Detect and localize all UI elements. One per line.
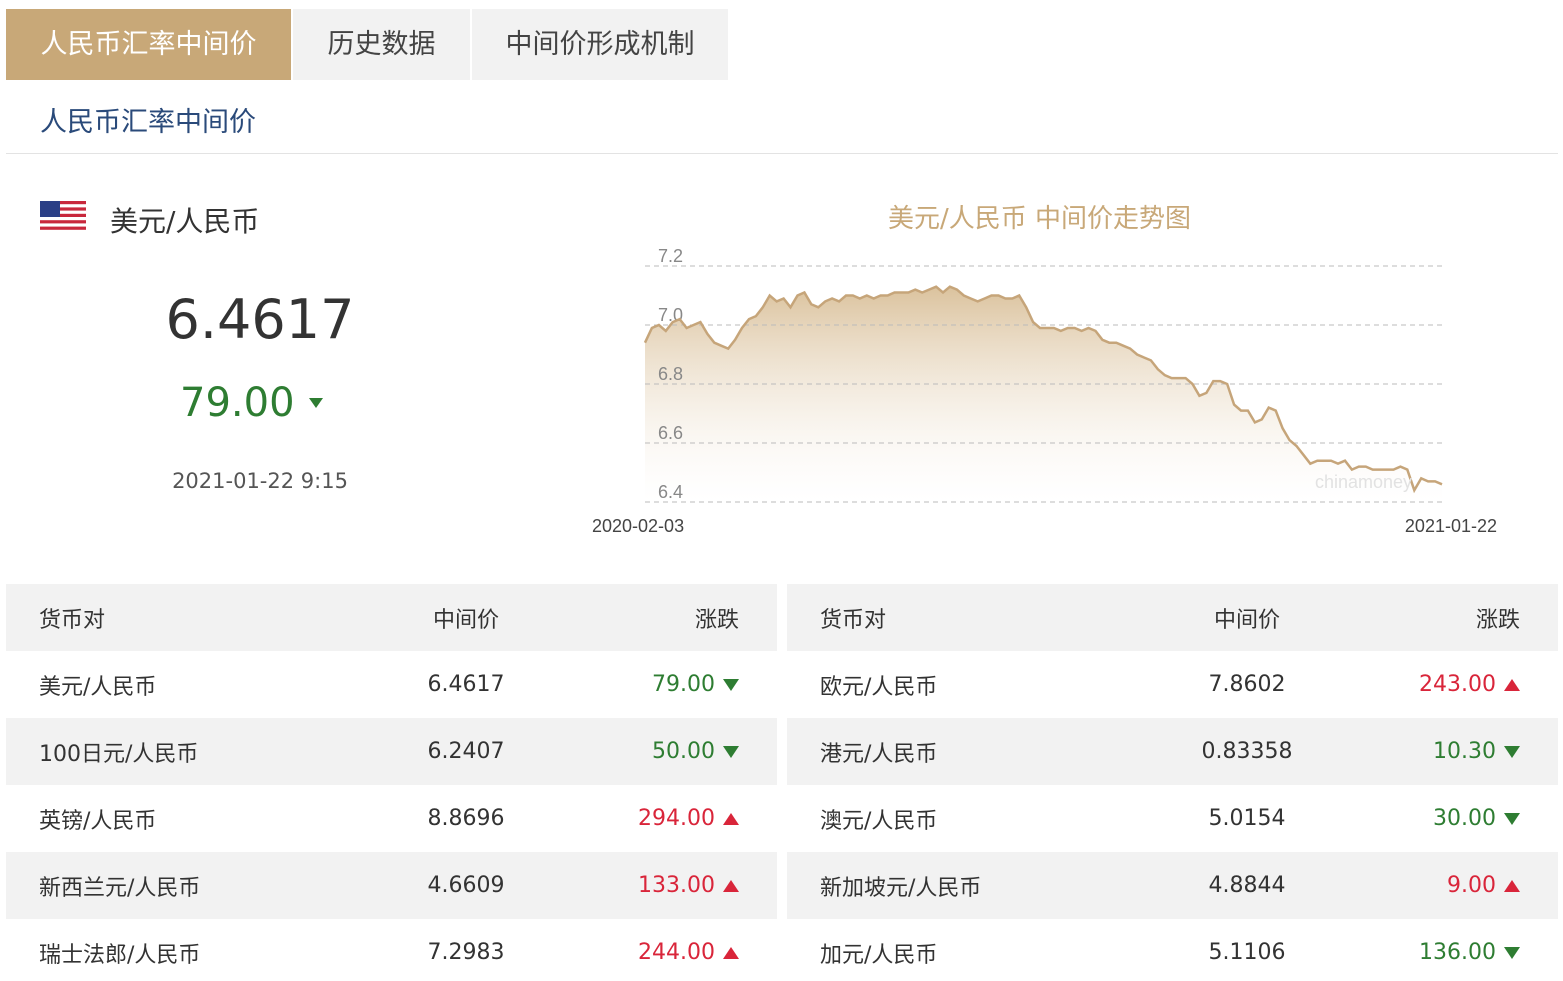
table-row[interactable]: 新西兰元/人民币 4.6609 133.00 bbox=[6, 852, 777, 919]
pair-cell: 港元/人民币 bbox=[820, 741, 938, 767]
pair-cell: 英镑/人民币 bbox=[39, 808, 157, 834]
price-cell: 0.83358 bbox=[1201, 739, 1293, 764]
change-cell: 244.00 bbox=[586, 940, 777, 965]
price-cell: 4.6609 bbox=[427, 873, 505, 898]
table-row[interactable]: 澳元/人民币 5.0154 30.00 bbox=[787, 785, 1558, 852]
table-header-row: 货币对 中间价 涨跌 bbox=[6, 584, 777, 651]
x-tick-label: 2020-02-03 bbox=[592, 516, 684, 536]
header-pair: 货币对 bbox=[39, 607, 106, 633]
up-arrow-icon bbox=[723, 812, 739, 825]
pair-cell: 加元/人民币 bbox=[820, 942, 938, 968]
up-arrow-icon bbox=[1504, 678, 1520, 691]
table-row[interactable]: 加元/人民币 5.1106 136.00 bbox=[787, 919, 1558, 981]
change-cell: 50.00 bbox=[586, 739, 777, 764]
table-row[interactable]: 瑞士法郎/人民币 7.2983 244.00 bbox=[6, 919, 777, 981]
header-change: 涨跌 bbox=[694, 607, 739, 633]
header-change: 涨跌 bbox=[1475, 607, 1520, 633]
table-row[interactable]: 美元/人民币 6.4617 79.00 bbox=[6, 651, 777, 718]
tab-historical-data[interactable]: 历史数据 bbox=[293, 9, 470, 80]
change-cell: 10.30 bbox=[1367, 739, 1558, 764]
change-value: 79.00 bbox=[652, 672, 715, 697]
price-cell: 5.0154 bbox=[1208, 806, 1286, 831]
price-cell: 4.8844 bbox=[1208, 873, 1286, 898]
featured-price: 6.4617 bbox=[165, 288, 355, 351]
up-arrow-icon bbox=[723, 946, 739, 959]
down-arrow-icon bbox=[1504, 745, 1520, 758]
price-cell: 7.8602 bbox=[1208, 672, 1286, 697]
tab-bar: 人民币汇率中间价 历史数据 中间价形成机制 bbox=[6, 9, 728, 80]
tab-formation-mechanism[interactable]: 中间价形成机制 bbox=[472, 9, 728, 80]
change-cell: 136.00 bbox=[1367, 940, 1558, 965]
chart-area bbox=[645, 286, 1442, 502]
featured-change: 79.00 bbox=[180, 380, 295, 426]
featured-pair-name: 美元/人民币 bbox=[110, 205, 260, 238]
down-arrow-icon bbox=[1504, 946, 1520, 959]
featured-timestamp: 2021-01-22 9:15 bbox=[172, 469, 348, 493]
x-tick-label: 2021-01-22 bbox=[1405, 516, 1497, 536]
table-row[interactable]: 100日元/人民币 6.2407 50.00 bbox=[6, 718, 777, 785]
pair-cell: 美元/人民币 bbox=[39, 674, 157, 700]
down-arrow-icon bbox=[1504, 812, 1520, 825]
change-value: 133.00 bbox=[638, 873, 715, 898]
table-row[interactable]: 英镑/人民币 8.8696 294.00 bbox=[6, 785, 777, 852]
pair-cell: 新西兰元/人民币 bbox=[39, 875, 201, 901]
chart-watermark: chinamoney bbox=[1315, 472, 1412, 492]
rate-table-left: 货币对 中间价 涨跌 美元/人民币 6.4617 79.00 100日元/人民币 6.2… bbox=[6, 584, 777, 981]
trend-chart: 7.2 7.0 6.8 6.6 6.4 chinamoney 2020-02-03 2021-… bbox=[592, 246, 1497, 536]
change-value: 294.00 bbox=[638, 806, 715, 831]
table-row[interactable]: 欧元/人民币 7.8602 243.00 bbox=[787, 651, 1558, 718]
change-value: 244.00 bbox=[638, 940, 715, 965]
down-arrow-icon bbox=[723, 745, 739, 758]
header-pair: 货币对 bbox=[820, 607, 887, 633]
divider bbox=[6, 153, 1558, 154]
down-arrow-icon bbox=[308, 398, 323, 408]
header-price: 中间价 bbox=[432, 607, 499, 633]
change-cell: 30.00 bbox=[1367, 806, 1558, 831]
pair-cell: 澳元/人民币 bbox=[820, 808, 938, 834]
change-cell: 133.00 bbox=[586, 873, 777, 898]
table-row[interactable]: 港元/人民币 0.83358 10.30 bbox=[787, 718, 1558, 785]
change-cell: 294.00 bbox=[586, 806, 777, 831]
table-row[interactable]: 新加坡元/人民币 4.8844 9.00 bbox=[787, 852, 1558, 919]
y-tick-label: 6.8 bbox=[658, 364, 683, 384]
header-price: 中间价 bbox=[1213, 607, 1280, 633]
us-flag-icon bbox=[40, 201, 86, 233]
change-cell: 9.00 bbox=[1367, 873, 1558, 898]
change-cell: 79.00 bbox=[586, 672, 777, 697]
change-value: 9.00 bbox=[1447, 873, 1496, 898]
price-cell: 8.8696 bbox=[427, 806, 505, 831]
price-cell: 6.2407 bbox=[427, 739, 505, 764]
pair-cell: 新加坡元/人民币 bbox=[820, 875, 982, 901]
change-cell: 243.00 bbox=[1367, 672, 1558, 697]
change-value: 136.00 bbox=[1419, 940, 1496, 965]
price-cell: 6.4617 bbox=[427, 672, 505, 697]
pair-cell: 欧元/人民币 bbox=[820, 674, 938, 700]
price-cell: 7.2983 bbox=[427, 940, 505, 965]
change-value: 50.00 bbox=[652, 739, 715, 764]
rate-table-right: 货币对 中间价 涨跌 欧元/人民币 7.8602 243.00 港元/人民币 0.833… bbox=[787, 584, 1558, 981]
chart-title: 美元/人民币 中间价走势图 bbox=[888, 204, 1192, 234]
up-arrow-icon bbox=[723, 879, 739, 892]
y-tick-label: 6.4 bbox=[658, 482, 683, 502]
up-arrow-icon bbox=[1504, 879, 1520, 892]
tab-rmb-central-parity[interactable]: 人民币汇率中间价 bbox=[6, 9, 291, 80]
pair-cell: 瑞士法郎/人民币 bbox=[39, 942, 201, 968]
price-cell: 5.1106 bbox=[1208, 940, 1286, 965]
change-value: 243.00 bbox=[1419, 672, 1496, 697]
change-value: 10.30 bbox=[1433, 739, 1496, 764]
y-tick-label: 7.0 bbox=[658, 305, 683, 325]
down-arrow-icon bbox=[723, 678, 739, 691]
pair-cell: 100日元/人民币 bbox=[39, 741, 199, 767]
change-value: 30.00 bbox=[1433, 806, 1496, 831]
y-tick-label: 6.6 bbox=[658, 423, 683, 443]
y-tick-label: 7.2 bbox=[658, 246, 683, 266]
section-title: 人民币汇率中间价 bbox=[40, 107, 256, 138]
table-header-row: 货币对 中间价 涨跌 bbox=[787, 584, 1558, 651]
featured-change-row: 79.00 bbox=[180, 380, 323, 426]
